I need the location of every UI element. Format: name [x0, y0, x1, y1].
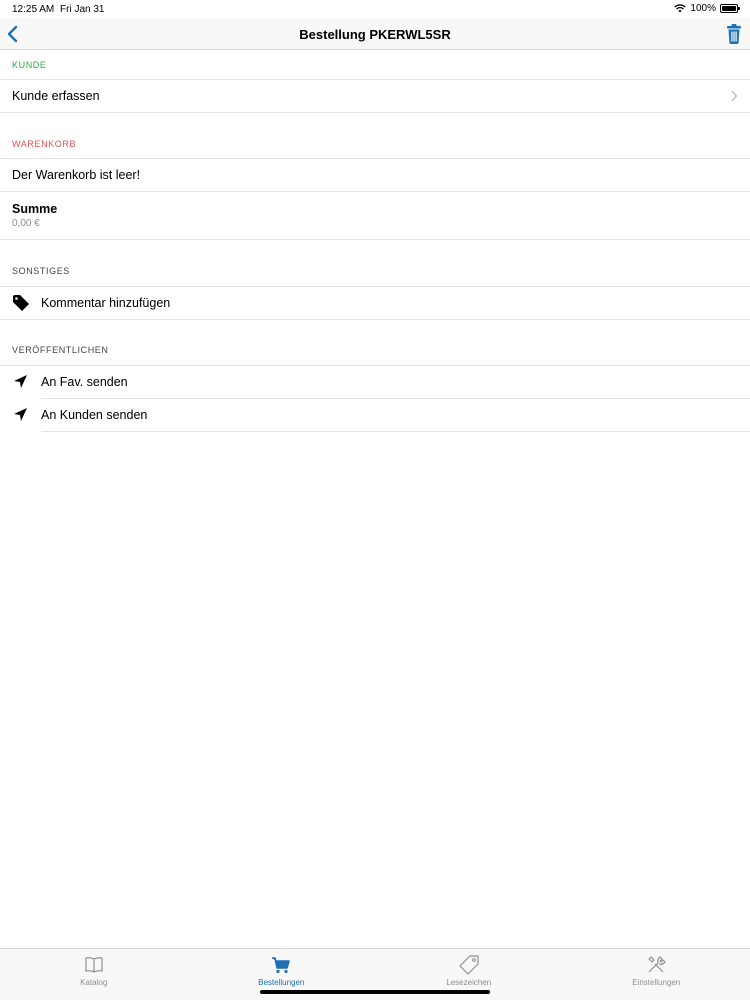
- tab-bar: Katalog Bestellungen Lesezeichen Einstel…: [0, 948, 750, 1000]
- paper-plane-icon: [14, 407, 27, 421]
- home-indicator: [260, 990, 490, 994]
- tab-bestellungen-label: Bestellungen: [258, 978, 305, 987]
- tab-katalog[interactable]: Katalog: [0, 949, 188, 1000]
- kunde-erfassen-label: Kunde erfassen: [12, 89, 100, 103]
- warenkorb-empty-label: Der Warenkorb ist leer!: [12, 168, 141, 182]
- summe-title: Summe: [12, 202, 58, 216]
- section-sonstiges: SONSTIGES: [0, 240, 750, 286]
- status-right: 100%: [674, 3, 740, 14]
- trash-icon: [727, 24, 741, 44]
- battery-percent: 100%: [690, 3, 716, 14]
- tag-icon: [459, 955, 479, 975]
- chevron-right-icon: [731, 90, 738, 102]
- tab-einstellungen-label: Einstellungen: [632, 978, 681, 987]
- cart-icon: [272, 957, 291, 974]
- section-warenkorb: WARENKORB: [0, 113, 750, 158]
- section-kunde: KUNDE: [0, 50, 750, 79]
- section-header-warenkorb: WARENKORB: [12, 139, 77, 149]
- page-title: Bestellung PKERWL5SR: [299, 27, 451, 42]
- warenkorb-empty-row: Der Warenkorb ist leer!: [0, 158, 750, 191]
- tag-icon: [13, 295, 29, 311]
- status-date: Fri Jan 31: [60, 4, 105, 15]
- kommentar-row[interactable]: Kommentar hinzufügen: [0, 286, 750, 319]
- battery-icon: [720, 4, 740, 13]
- paper-plane-icon: [14, 375, 27, 388]
- section-header-kunde: KUNDE: [12, 59, 47, 70]
- status-bar: 12:25 AM Fri Jan 31 100%: [0, 0, 750, 18]
- section-header-sonstiges: SONSTIGES: [12, 266, 70, 276]
- section-header-veroeffentlichen: VERÖFFENTLICHEN: [12, 345, 109, 355]
- send-fav-row[interactable]: An Fav. senden: [0, 365, 750, 398]
- order-content: KUNDE Kunde erfassen WARENKORB Der Waren…: [0, 50, 750, 432]
- summe-value: 0,00 €: [12, 218, 40, 229]
- wifi-icon: [674, 4, 687, 13]
- send-customer-row[interactable]: An Kunden senden: [0, 398, 750, 431]
- tab-lesezeichen-label: Lesezeichen: [446, 978, 492, 987]
- book-icon: [85, 957, 103, 973]
- tools-icon: [648, 956, 666, 973]
- kunde-erfassen-row[interactable]: Kunde erfassen: [0, 79, 750, 112]
- summe-row: Summe 0,00 €: [0, 191, 750, 239]
- tab-einstellungen[interactable]: Einstellungen: [563, 949, 750, 1000]
- status-time: 12:25 AM: [12, 4, 55, 15]
- tab-katalog-label: Katalog: [80, 978, 108, 987]
- section-veroeffentlichen: VERÖFFENTLICHEN: [0, 320, 750, 365]
- delete-button[interactable]: [724, 22, 744, 46]
- navigation-bar: Bestellung PKERWL5SR: [0, 18, 750, 50]
